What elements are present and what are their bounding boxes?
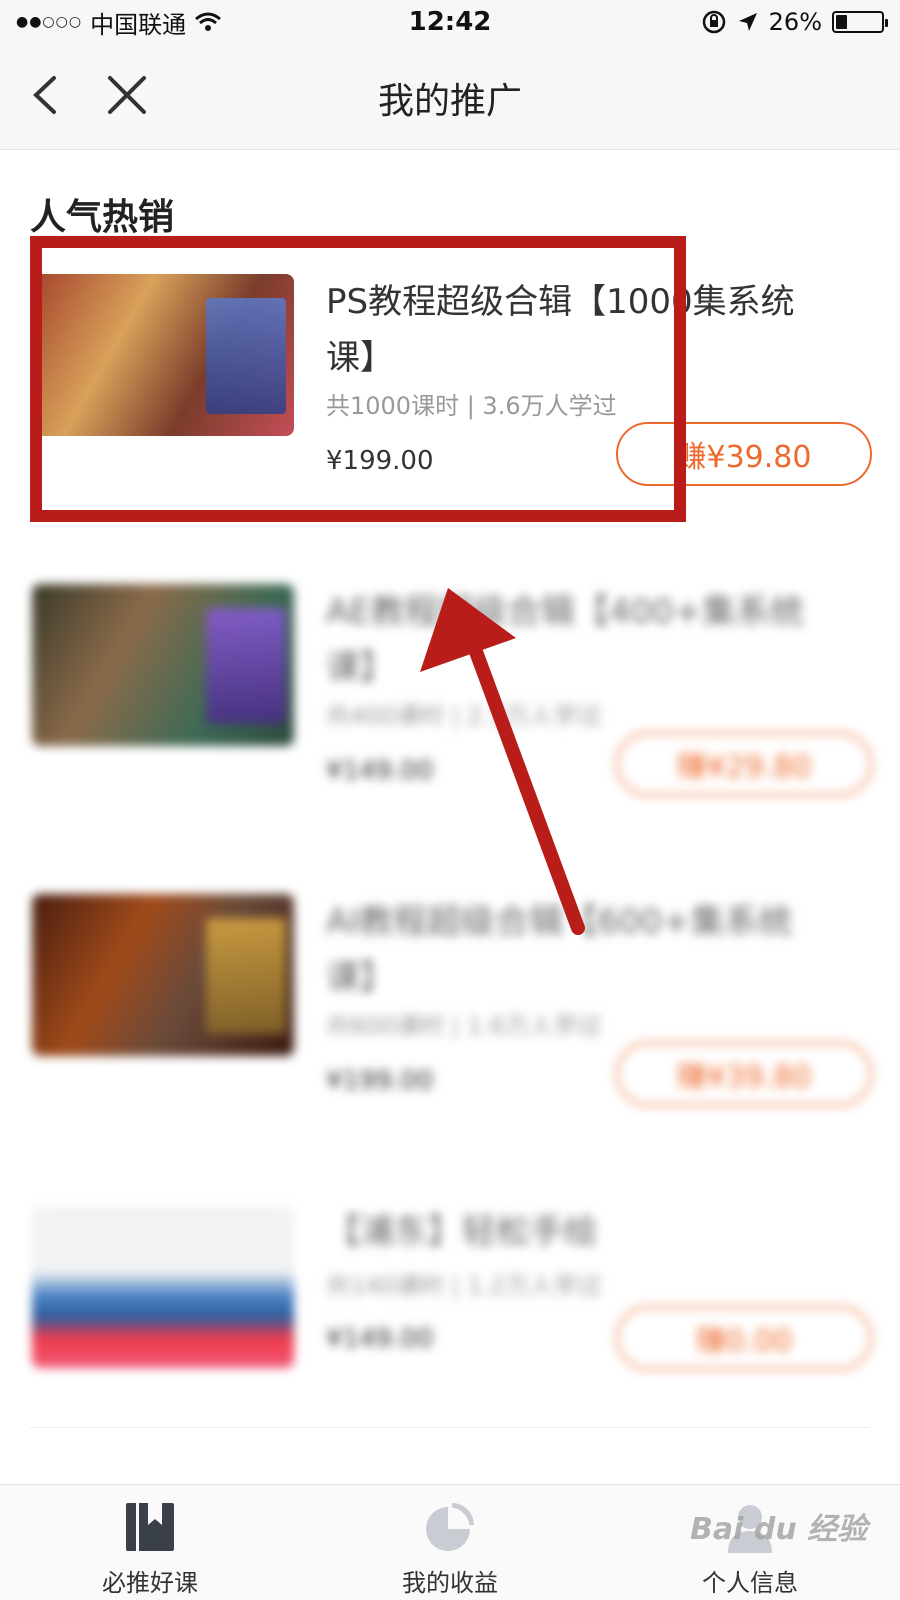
nav-bar: 我的推广: [0, 44, 900, 150]
divider: [30, 1427, 870, 1428]
course-meta: 共140课时 | 1.2万人学过: [326, 1272, 602, 1300]
course-item[interactable]: 【浦东】轻松手绘 共140课时 | 1.2万人学过 ¥149.00 赚0.00: [0, 1200, 900, 1428]
orientation-lock-icon: [702, 10, 725, 34]
course-item[interactable]: AE教程超级合辑【400+集系统课】 共400课时 | 2.3万人学过 ¥149…: [0, 584, 900, 874]
course-price: ¥149.00: [326, 1324, 434, 1354]
course-price: ¥149.00: [326, 756, 434, 786]
baidu-watermark-logo: Bai du 经验: [690, 1512, 868, 1547]
earn-button[interactable]: 赚0.00: [616, 1306, 872, 1370]
course-thumbnail[interactable]: [32, 894, 294, 1056]
earn-button[interactable]: 赚¥29.80: [616, 732, 872, 796]
course-thumbnail[interactable]: [32, 1206, 294, 1368]
battery-icon: [832, 11, 888, 33]
ai-badge-icon: [206, 918, 286, 1034]
course-thumbnail[interactable]: [32, 584, 294, 746]
wifi-icon: [195, 12, 222, 31]
section-title: 人气热销: [30, 197, 175, 238]
carrier-name: 中国联通: [90, 10, 187, 39]
location-arrow-icon: [738, 13, 757, 31]
highlight-box: [30, 236, 686, 522]
course-meta: 共400课时 | 2.3万人学过: [326, 702, 602, 730]
course-title[interactable]: AE教程超级合辑【400+集系统课】: [326, 584, 826, 696]
course-title[interactable]: AI教程超级合辑【600+集系统课】: [326, 894, 826, 1006]
course-title[interactable]: 【浦东】轻松手绘: [326, 1204, 826, 1260]
course-meta: 共600课时 | 1.6万人学过: [326, 1012, 602, 1040]
course-price: ¥199.00: [326, 1066, 434, 1096]
bookmark-book-icon: [126, 1503, 174, 1551]
battery-percent: 26%: [768, 8, 822, 36]
status-bar: ●●○○○ 中国联通 12:42 26%: [0, 0, 900, 44]
tab-my-earnings[interactable]: 我的收益: [300, 1485, 600, 1600]
tab-recommended-courses[interactable]: 必推好课: [0, 1485, 300, 1600]
ae-badge-icon: [206, 608, 286, 724]
signal-strength-icon: ●●○○○: [16, 14, 83, 30]
tab-label: 个人信息: [702, 1569, 798, 1597]
pie-chart-icon: [426, 1503, 474, 1551]
earn-button[interactable]: 赚¥39.80: [616, 1042, 872, 1106]
tab-label: 必推好课: [102, 1569, 198, 1597]
course-item[interactable]: AI教程超级合辑【600+集系统课】 共600课时 | 1.6万人学过 ¥199…: [0, 894, 900, 1184]
status-time: 12:42: [408, 7, 492, 37]
page-title: 我的推广: [377, 81, 522, 122]
tab-label: 我的收益: [402, 1569, 498, 1597]
battery-fill: [836, 15, 848, 29]
